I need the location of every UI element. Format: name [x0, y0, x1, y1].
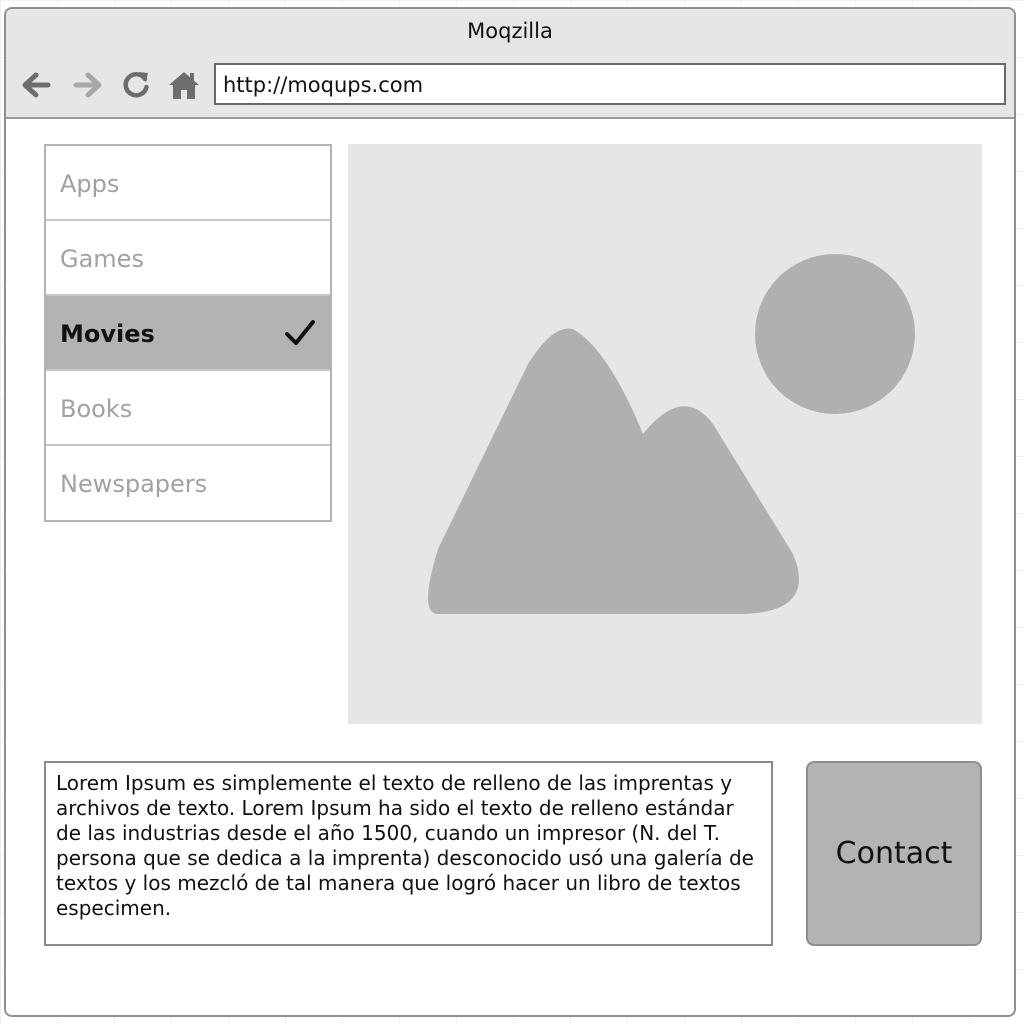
list-item-label: Books [60, 395, 133, 423]
arrow-right-icon [73, 72, 102, 98]
list-item-label: Movies [60, 320, 155, 348]
back-button[interactable] [18, 67, 54, 103]
list-item-books[interactable]: Books [46, 371, 330, 446]
category-list: Apps Games Movies Books Newspapers [44, 144, 332, 522]
list-item-label: Newspapers [60, 470, 208, 498]
browser-toolbar: Moqzilla http://moqups.com [6, 9, 1014, 119]
home-button[interactable] [166, 67, 202, 103]
list-item-movies[interactable]: Movies [46, 296, 330, 371]
reload-button[interactable] [118, 67, 154, 103]
address-bar[interactable]: http://moqups.com [214, 63, 1006, 105]
home-icon [169, 72, 199, 99]
browser-window: Moqzilla http://moqups.com Apps Games Mo… [4, 7, 1016, 1017]
list-item-apps[interactable]: Apps [46, 146, 330, 221]
image-placeholder [348, 144, 982, 724]
reload-icon [123, 72, 149, 98]
description-textbox: Lorem Ipsum es simplemente el texto de r… [44, 761, 773, 946]
list-item-newspapers[interactable]: Newspapers [46, 446, 330, 521]
forward-button[interactable] [70, 67, 106, 103]
contact-button[interactable]: Contact [806, 761, 982, 946]
list-item-games[interactable]: Games [46, 221, 330, 296]
list-item-label: Apps [60, 170, 120, 198]
contact-button-label: Contact [835, 836, 953, 871]
list-item-label: Games [60, 245, 144, 273]
checkmark-icon [285, 320, 315, 345]
arrow-left-icon [22, 72, 51, 98]
window-title: Moqzilla [467, 19, 553, 43]
image-placeholder-icon [428, 254, 915, 614]
